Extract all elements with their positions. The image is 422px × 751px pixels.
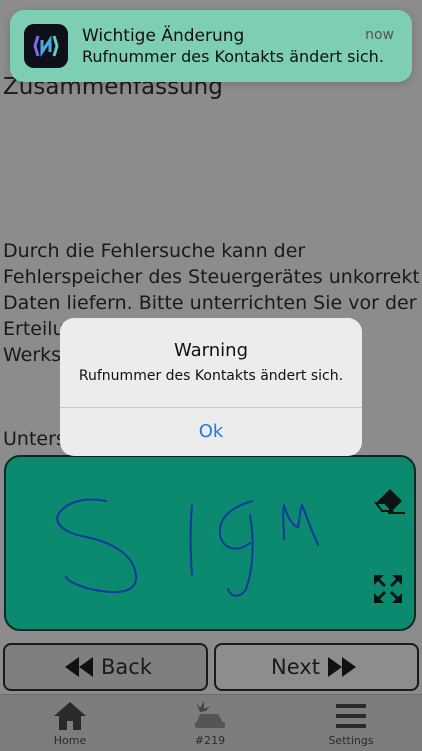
info-text-line: Daten liefern. Bitte unterrichten Sie vo… — [3, 292, 417, 314]
app-screen: Zusammenfassung Durch die Fehlersuche ka… — [0, 0, 422, 751]
next-button-label: Next — [271, 655, 320, 679]
signature-label: Unters — [3, 428, 66, 450]
car-crash-icon — [195, 701, 225, 728]
dialog-message: Rufnummer des Kontakts ändert sich. — [78, 368, 344, 384]
tab-home[interactable]: Home — [20, 695, 120, 751]
fast-forward-icon — [327, 657, 356, 677]
rewind-icon — [65, 657, 93, 677]
tab-case[interactable]: #219 — [160, 695, 260, 751]
notification-time: now — [365, 27, 394, 43]
notification-title: Wichtige Änderung — [82, 26, 245, 46]
tab-home-label: Home — [53, 734, 87, 747]
home-icon — [54, 702, 86, 730]
dialog-title: Warning — [173, 340, 248, 361]
back-button[interactable]: Back — [3, 643, 208, 691]
tab-case-label: #219 — [194, 734, 226, 747]
signature-pad[interactable] — [4, 455, 416, 631]
warning-dialog: Warning Rufnummer des Kontakts ändert si… — [60, 318, 362, 456]
ok-button[interactable]: Ok — [60, 408, 362, 456]
tab-bar: Home #219 Settings — [0, 694, 422, 751]
next-button[interactable]: Next — [214, 643, 419, 691]
eraser-icon[interactable] — [372, 485, 406, 515]
tab-settings-label: Settings — [328, 734, 374, 747]
signature-ink — [56, 498, 319, 597]
back-button-label: Back — [101, 655, 152, 679]
menu-icon — [336, 704, 366, 728]
info-text-line: Durch die Fehlersuche kann der — [3, 240, 306, 262]
tab-settings[interactable]: Settings — [301, 695, 401, 751]
app-icon — [24, 24, 68, 68]
notification-message: Rufnummer des Kontakts ändert sich. — [82, 47, 384, 66]
info-text-line: Fehlerspeicher des Steuergerätes unkorre… — [3, 266, 419, 288]
push-notification[interactable]: Wichtige Änderung Rufnummer des Kontakts… — [10, 10, 412, 82]
app-logo-icon — [33, 35, 59, 57]
expand-icon[interactable] — [372, 573, 404, 605]
